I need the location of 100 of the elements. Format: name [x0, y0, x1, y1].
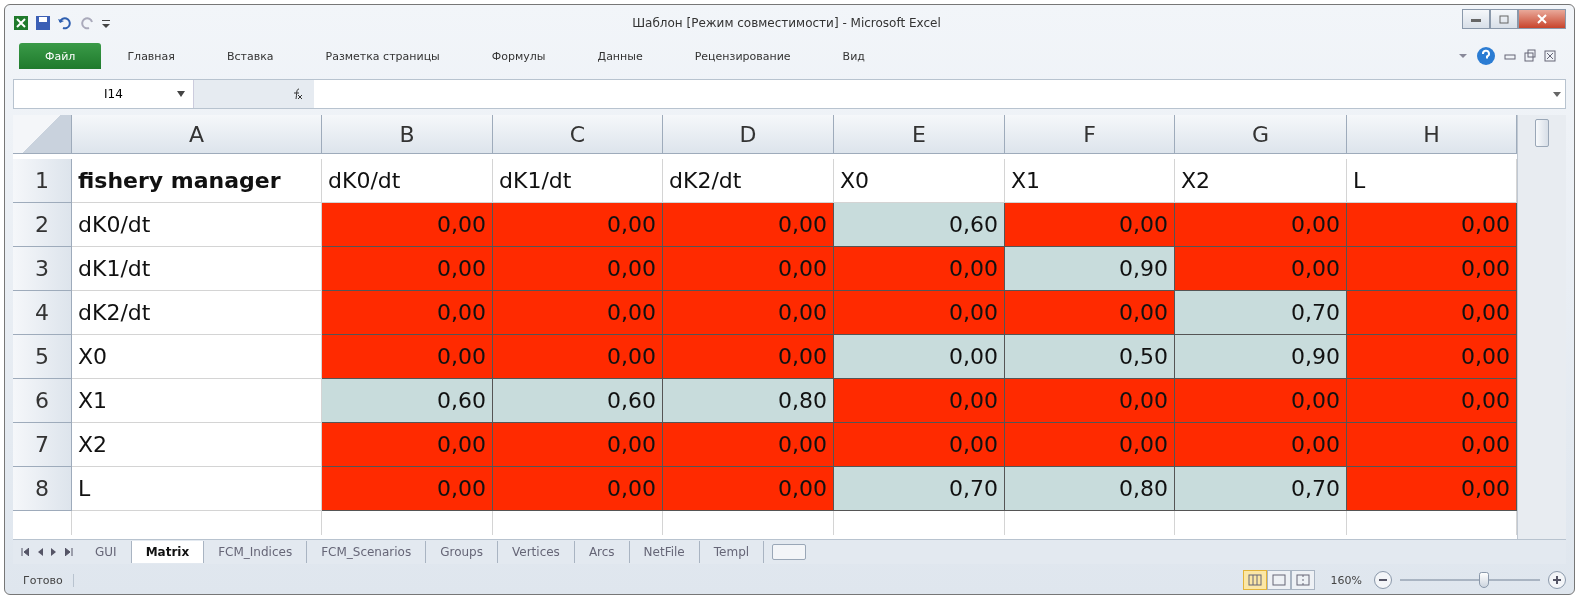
row-header[interactable]: 3 [13, 247, 72, 291]
table-cell: dK2/dt [663, 159, 834, 203]
help-icon[interactable] [1476, 46, 1496, 66]
maximize-icon [1499, 14, 1509, 24]
row-header[interactable]: 1 [13, 159, 72, 203]
table-cell: 0,70 [834, 467, 1005, 511]
column-header[interactable]: A [72, 115, 322, 154]
table-cell: 0,00 [663, 335, 834, 379]
sheet-tab[interactable]: FCM_Indices [204, 541, 308, 563]
ribbon-tab[interactable]: Разметка страницы [299, 43, 466, 69]
table-cell: 0,50 [1005, 335, 1175, 379]
ribbon-tab[interactable]: Рецензирование [668, 43, 817, 69]
table-cell: dK0/dt [72, 203, 322, 247]
table-cell: X2 [1175, 159, 1347, 203]
row-header[interactable]: 7 [13, 423, 72, 467]
table-cell: fishery manager [72, 159, 322, 203]
sheet-tab[interactable]: GUI [81, 541, 132, 563]
row-header[interactable]: 2 [13, 203, 72, 247]
table-cell: 0,00 [834, 247, 1005, 291]
ribbon-tab[interactable]: Главная [101, 43, 201, 69]
table-cell: 0,00 [322, 423, 493, 467]
close-button[interactable] [1518, 9, 1566, 29]
table-cell: 0,00 [834, 335, 1005, 379]
sheet-tab[interactable]: Arcs [574, 541, 630, 563]
row-header[interactable]: 8 [13, 467, 72, 511]
table-cell: 0,00 [322, 203, 493, 247]
zoom-level[interactable]: 160% [1330, 573, 1362, 587]
maximize-button[interactable] [1490, 9, 1518, 29]
sheet-tab[interactable]: Vertices [498, 541, 575, 563]
select-all-corner[interactable] [13, 115, 72, 154]
table-cell: 0,00 [663, 203, 834, 247]
table-cell: 0,00 [493, 467, 663, 511]
next-sheet-icon[interactable] [51, 548, 57, 556]
window-title: Шаблон [Режим совместимости] - Microsoft Excel [631, 16, 942, 30]
table-cell: 0,00 [1005, 423, 1175, 467]
minimize-button[interactable] [1462, 9, 1490, 29]
table-cell: 0,00 [322, 291, 493, 335]
column-header[interactable]: F [1005, 115, 1175, 154]
table-cell: 0,00 [1347, 467, 1517, 511]
table-cell: 0,00 [1347, 379, 1517, 423]
table-cell: dK2/dt [72, 291, 322, 335]
table-cell: dK0/dt [322, 159, 493, 203]
column-header[interactable]: E [834, 115, 1005, 154]
table-cell: 0,00 [1005, 291, 1175, 335]
table-cell: 0,00 [1175, 203, 1347, 247]
close-icon[interactable] [1544, 48, 1556, 64]
ribbon-tab[interactable]: Данные [571, 43, 669, 69]
previous-sheet-icon[interactable] [37, 548, 43, 556]
column-header[interactable]: D [663, 115, 834, 154]
sheet-tab[interactable]: NetFile [629, 541, 700, 563]
table-cell: 0,00 [493, 247, 663, 291]
minimize-icon [1471, 16, 1481, 22]
zoom-out-button[interactable] [1374, 571, 1392, 589]
table-cell: X2 [72, 423, 322, 467]
table-cell: 0,60 [493, 379, 663, 423]
vertical-scrollbar[interactable] [1517, 115, 1566, 539]
column-header[interactable]: G [1175, 115, 1347, 154]
table-cell: 0,00 [834, 379, 1005, 423]
table-cell: 0,00 [493, 423, 663, 467]
sheet-tab[interactable]: FCM_Scenarios [307, 541, 427, 563]
ribbon-tab[interactable]: Вставка [200, 43, 300, 69]
column-header[interactable]: H [1347, 115, 1517, 154]
row-header[interactable]: 4 [13, 291, 72, 335]
table-cell: L [72, 467, 322, 511]
ribbon-tab[interactable]: Формулы [465, 43, 572, 69]
status-text: Готово [13, 573, 74, 587]
normal-view-button[interactable] [1242, 570, 1267, 590]
sheet-tab[interactable]: Templ [699, 541, 765, 563]
column-header[interactable]: C [493, 115, 663, 154]
first-sheet-icon[interactable] [21, 548, 29, 556]
table-cell: 0,00 [1175, 379, 1347, 423]
file-tab[interactable]: Файл [19, 43, 102, 69]
excel-logo-icon[interactable] [13, 15, 29, 31]
sheet-tab[interactable]: Groups [426, 541, 498, 563]
table-cell: 0,00 [1005, 203, 1175, 247]
save-icon[interactable] [35, 15, 51, 31]
table-cell: 0,00 [493, 291, 663, 335]
table-cell: 0,00 [663, 467, 834, 511]
table-cell: 0,00 [663, 247, 834, 291]
ribbon-tab[interactable]: Вид [816, 43, 891, 69]
table-cell: 0,80 [663, 379, 834, 423]
table-cell: dK1/dt [493, 159, 663, 203]
table-cell: 0,00 [1347, 423, 1517, 467]
restore-icon[interactable] [1524, 48, 1536, 64]
table-cell: X1 [72, 379, 322, 423]
row-header[interactable]: 5 [13, 335, 72, 379]
table-cell: X1 [1005, 159, 1175, 203]
table-cell: 0,00 [834, 423, 1005, 467]
table-cell: 0,00 [322, 335, 493, 379]
sheet-tab[interactable]: Matrix [131, 541, 205, 563]
zoom-slider-thumb[interactable] [1479, 572, 1489, 588]
table-cell: 0,00 [1005, 379, 1175, 423]
zoom-in-button[interactable] [1548, 571, 1566, 589]
table-cell: 0,00 [322, 247, 493, 291]
last-sheet-icon[interactable] [65, 548, 73, 556]
column-header[interactable]: B [322, 115, 493, 154]
table-cell: L [1347, 159, 1517, 203]
table-cell: 0,90 [1175, 335, 1347, 379]
row-header[interactable]: 6 [13, 379, 72, 423]
undo-icon[interactable] [57, 15, 73, 31]
